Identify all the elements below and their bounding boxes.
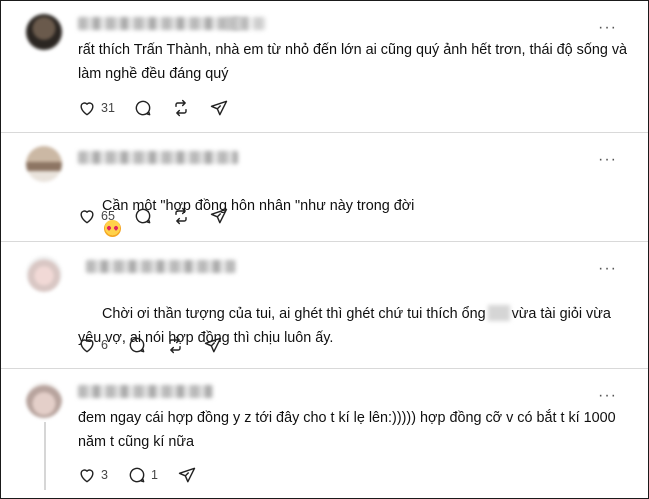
- redacted-name: [487, 305, 510, 321]
- heart-icon: [80, 102, 94, 116]
- more-icon[interactable]: ···: [598, 388, 616, 407]
- like-count: 6: [101, 338, 108, 352]
- share-button[interactable]: [209, 205, 229, 227]
- reply-button[interactable]: 1: [127, 464, 159, 486]
- comment-text: đem ngay cái hợp đồng y z tới đây cho t …: [78, 410, 620, 450]
- reply-count: 1: [151, 468, 158, 482]
- heart-icon: [80, 469, 94, 483]
- comment-icon: [135, 208, 151, 224]
- reply-button[interactable]: [133, 205, 153, 227]
- avatar[interactable]: [26, 14, 62, 50]
- comment-text: Chời ơi thần tượng của tui, ai ghét thì …: [78, 278, 628, 374]
- repost-icon: [169, 336, 181, 354]
- comments-panel: ··· rất thích Trấn Thành, nhà em từ nhỏ …: [0, 0, 649, 499]
- action-bar: 31: [77, 97, 247, 119]
- heart-icon: [80, 339, 94, 353]
- like-count: 31: [101, 101, 115, 115]
- comment-text-part1: Chời ơi thần tượng của tui, ai ghét thì …: [102, 306, 486, 322]
- comment-text: rất thích Trấn Thành, nhà em từ nhỏ đến …: [78, 42, 632, 82]
- like-count: 3: [101, 468, 108, 482]
- share-button[interactable]: [209, 97, 229, 119]
- timestamp-redacted: [226, 17, 266, 30]
- repost-button[interactable]: [165, 334, 185, 356]
- username-redacted[interactable]: [86, 260, 236, 273]
- comment-post-3: ··· Chời ơi thần tượng của tui, ai ghét …: [1, 242, 648, 368]
- avatar[interactable]: [26, 146, 62, 182]
- reply-button[interactable]: [133, 97, 153, 119]
- repost-icon: [175, 207, 187, 225]
- repost-icon: [175, 99, 187, 117]
- username-redacted[interactable]: [78, 385, 213, 398]
- avatar[interactable]: [26, 256, 62, 292]
- thread-line: [44, 422, 46, 490]
- comment-post-1: ··· rất thích Trấn Thành, nhà em từ nhỏ …: [1, 1, 648, 132]
- action-bar: 6: [77, 334, 241, 356]
- action-bar: 65: [77, 205, 247, 227]
- comment-post-2: ··· Cần một "hợp đồng hôn nhân "như này …: [1, 133, 648, 241]
- username-redacted[interactable]: [78, 17, 248, 30]
- username-redacted[interactable]: [78, 151, 238, 164]
- more-icon[interactable]: ···: [598, 20, 616, 39]
- like-button[interactable]: 31: [77, 97, 115, 119]
- repost-button[interactable]: [171, 97, 191, 119]
- send-icon: [178, 467, 196, 483]
- repost-button[interactable]: [171, 205, 191, 227]
- send-icon: [210, 208, 228, 224]
- send-icon: [210, 100, 228, 116]
- more-icon[interactable]: ···: [598, 152, 616, 171]
- avatar[interactable]: [26, 382, 62, 418]
- like-button[interactable]: 3: [77, 464, 109, 486]
- send-icon: [204, 337, 222, 353]
- comment-icon: [135, 100, 151, 116]
- reply-button[interactable]: [127, 334, 147, 356]
- like-count: 65: [101, 209, 115, 223]
- action-bar: 3 1: [77, 464, 215, 486]
- share-button[interactable]: [203, 334, 223, 356]
- comment-icon: [129, 467, 145, 483]
- comment-post-4: ··· đem ngay cái hợp đồng y z tới đây ch…: [1, 369, 648, 498]
- like-button[interactable]: 6: [77, 334, 109, 356]
- like-button[interactable]: 65: [77, 205, 115, 227]
- comment-icon: [129, 337, 145, 353]
- share-button[interactable]: [177, 464, 197, 486]
- heart-icon: [80, 210, 94, 224]
